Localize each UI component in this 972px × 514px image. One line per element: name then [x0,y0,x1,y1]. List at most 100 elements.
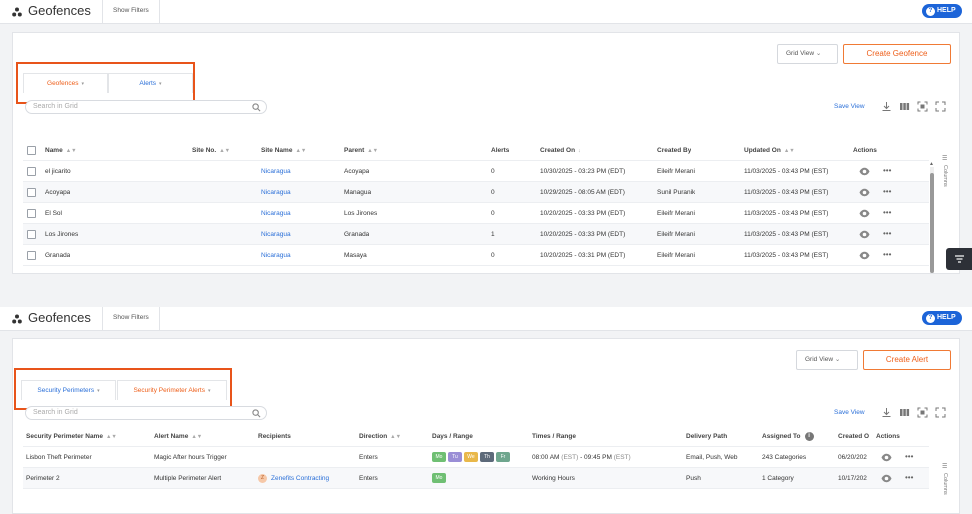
row-checkbox[interactable] [27,188,36,197]
sort-icon: ▲▼ [390,434,402,440]
security-perimeter-card: Grid View ⌄ Create Alert Security Perime… [12,338,960,514]
view-eye-icon[interactable] [881,453,892,462]
column-header-parent[interactable]: Parent ▲▼ [344,140,378,161]
table-row[interactable]: Acoyapa Nicaragua Managua 0 10/29/2025 -… [23,182,929,203]
parent-cell: Masaya [344,252,367,259]
column-header-recipients[interactable]: Recipients [258,426,291,447]
more-options-icon[interactable]: ••• [905,473,913,482]
sort-icon: ▲▼ [367,148,379,154]
download-icon[interactable] [881,407,892,418]
view-eye-icon[interactable] [859,188,870,197]
more-options-icon[interactable]: ••• [883,208,891,217]
table-row[interactable]: Granada Nicaragua Masaya 0 10/20/2025 - … [23,245,929,266]
save-view-link[interactable]: Save View [834,103,865,110]
sort-icon: ▲▼ [783,148,795,154]
column-header-actions: Actions [853,147,877,154]
more-options-icon[interactable]: ••• [905,452,913,461]
column-header-created-on[interactable]: Created On ↓ [540,140,581,161]
times-cell: 08:00 AM (EST) - 09:45 PM (EST) [532,454,631,461]
scrollbar-thumb[interactable] [930,173,934,273]
columns-icon[interactable] [899,101,910,112]
row-checkbox[interactable] [27,167,36,176]
table-row[interactable]: Perimeter 2 Multiple Perimeter Alert Z Ze… [23,468,929,489]
updated-on-cell: 11/03/2025 - 03:43 PM (EST) [744,210,829,217]
download-icon[interactable] [881,101,892,112]
more-options-icon[interactable]: ••• [883,229,891,238]
view-eye-icon[interactable] [859,251,870,260]
alerts-cell: 0 [491,252,495,259]
row-checkbox[interactable] [27,251,36,260]
column-header-updated-on[interactable]: Updated On ▲▼ [744,140,795,161]
column-header-alert-name[interactable]: Alert Name ▲▼ [154,426,202,447]
grid-view-dropdown[interactable]: Grid View ⌄ [796,350,858,370]
column-header-alerts[interactable]: Alerts [491,140,509,161]
row-checkbox[interactable] [27,230,36,239]
help-button[interactable]: ? HELP [922,4,962,18]
columns-side-panel[interactable]: ☰ Columns [941,155,951,195]
column-header-days-range[interactable]: Days / Range [432,426,473,447]
geofence-card: Grid View ⌄ Create Geofence Geofences ▾ A… [12,32,960,274]
search-input[interactable]: Search in Grid [25,406,267,420]
sort-icon: ▲▼ [295,148,307,154]
column-header-created-on[interactable]: Created O [838,426,869,447]
create-geofence-button[interactable]: Create Geofence [843,44,951,64]
view-eye-icon[interactable] [859,209,870,218]
column-header-times-range[interactable]: Times / Range [532,426,576,447]
site-name-link[interactable]: Nicaragua [261,161,291,182]
table-row[interactable]: Los Jirones Nicaragua Granada 1 10/20/20… [23,224,929,245]
columns-side-panel[interactable]: ☰ Columns [941,463,951,503]
more-options-icon[interactable]: ••• [883,250,891,259]
view-eye-icon[interactable] [859,230,870,239]
columns-grip-icon: ☰ [942,464,948,470]
fullscreen-icon[interactable] [935,101,946,112]
show-filters-button[interactable]: Show Filters [102,0,160,24]
day-badge-mo: Mo [432,473,446,484]
create-alert-button[interactable]: Create Alert [863,350,951,370]
site-name-link[interactable]: Nicaragua [261,182,291,203]
scroll-up-icon[interactable]: ▲ [929,161,934,167]
recipient-link[interactable]: Zenefits Contracting [271,475,329,482]
fit-screen-icon[interactable] [917,101,928,112]
filter-toggle-button[interactable] [946,248,972,270]
column-header-created-by[interactable]: Created By [657,140,691,161]
fullscreen-icon[interactable] [935,407,946,418]
row-checkbox[interactable] [27,209,36,218]
recipient-cell[interactable]: Z Zenefits Contracting [258,468,329,489]
top-bar: Geofences Show Filters ? HELP [0,0,972,24]
help-icon: ? [926,314,935,323]
delivery-path-cell: Email, Push, Web [686,454,738,461]
assigned-to-cell: 1 Category [762,475,794,482]
fit-screen-icon[interactable] [917,407,928,418]
table-row[interactable]: el jicarito Nicaragua Acoyapa 0 10/30/20… [23,161,929,182]
column-header-perimeter-name[interactable]: Security Perimeter Name ▲▼ [26,426,117,447]
table-row[interactable]: El Sol Nicaragua Los Jirones 0 10/20/202… [23,203,929,224]
more-options-icon[interactable]: ••• [883,166,891,175]
geofence-logo-icon [12,7,22,17]
table-row[interactable]: Lisbon Theft Perimeter Magic After hours… [23,447,929,468]
select-all-checkbox[interactable] [27,146,36,155]
parent-cell: Acoyapa [344,168,370,175]
column-header-direction[interactable]: Direction ▲▼ [359,426,401,447]
column-header-delivery-path[interactable]: Delivery Path [686,426,727,447]
view-eye-icon[interactable] [859,167,870,176]
alert-name-cell: Magic After hours Trigger [154,454,227,461]
search-input[interactable]: Search in Grid [25,100,267,114]
grid-view-dropdown[interactable]: Grid View ⌄ [777,44,838,64]
column-header-assigned-to[interactable]: Assigned To i [762,426,814,447]
help-button[interactable]: ? HELP [922,311,962,325]
site-name-link[interactable]: Nicaragua [261,224,291,245]
column-header-name[interactable]: Name ▲▼ [45,140,77,161]
more-options-icon[interactable]: ••• [883,187,891,196]
name-cell: el jicarito [45,168,71,175]
site-name-link[interactable]: Nicaragua [261,245,291,266]
show-filters-button[interactable]: Show Filters [102,307,160,331]
created-by-cell: Eileifr Merani [657,210,695,217]
site-name-link[interactable]: Nicaragua [261,203,291,224]
created-by-cell: Sunil Puranik [657,189,696,196]
info-icon[interactable]: i [804,431,814,441]
column-header-site-no[interactable]: Site No. ▲▼ [192,140,230,161]
save-view-link[interactable]: Save View [834,409,865,416]
column-header-site-name[interactable]: Site Name ▲▼ [261,140,306,161]
view-eye-icon[interactable] [881,474,892,483]
columns-icon[interactable] [899,407,910,418]
